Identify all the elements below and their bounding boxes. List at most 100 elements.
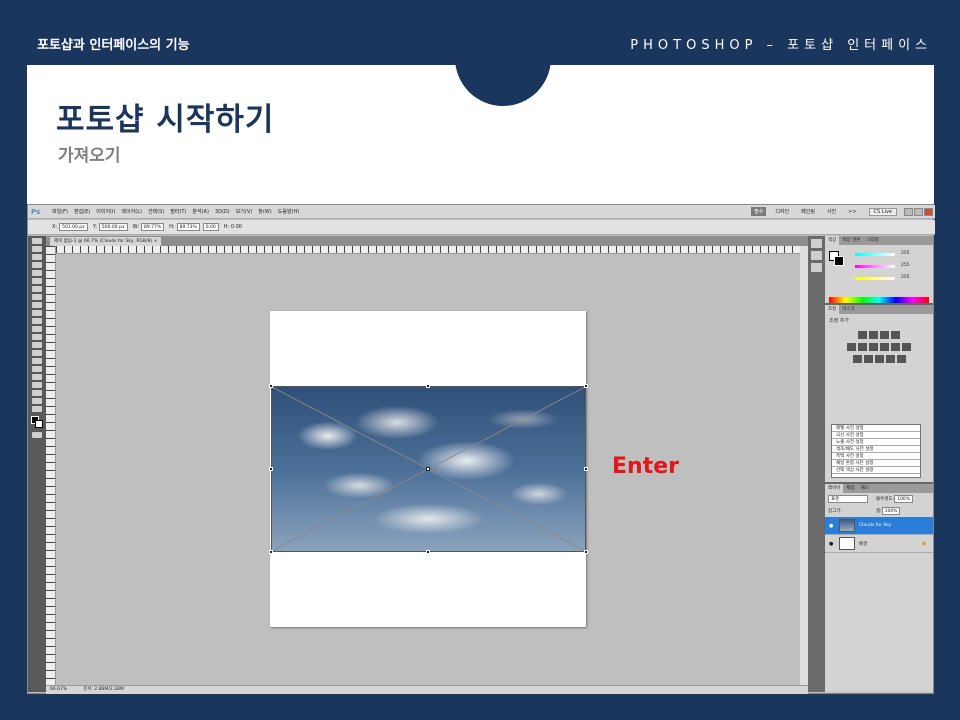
yellow-slider[interactable] xyxy=(855,277,895,280)
tab-layers[interactable]: 레이어 xyxy=(825,484,844,493)
tab-masks[interactable]: 마스크 xyxy=(839,305,857,314)
3d-camera-icon[interactable] xyxy=(32,390,42,396)
tab-swatches[interactable]: 색상 견본 xyxy=(839,236,863,245)
menu-layer[interactable]: 레이어(L) xyxy=(121,208,142,215)
marquee-tool-icon[interactable] xyxy=(32,246,42,252)
gradient-map-icon[interactable] xyxy=(885,355,895,363)
height-field[interactable]: 89.73% xyxy=(176,223,200,231)
document-tab[interactable]: 제목 없음-1 @ 66.7% (Clouds for Sky, RGB/8) … xyxy=(50,237,162,246)
fill-field[interactable]: 100% xyxy=(881,507,901,515)
path-select-icon[interactable] xyxy=(32,366,42,372)
minimize-icon[interactable] xyxy=(904,207,913,216)
blur-tool-icon[interactable] xyxy=(32,334,42,340)
posterize-icon[interactable] xyxy=(863,355,873,363)
transform-handle[interactable] xyxy=(426,550,430,554)
photo-filter-icon[interactable] xyxy=(891,343,900,351)
menu-file[interactable]: 파일(F) xyxy=(52,208,68,215)
transform-handle[interactable] xyxy=(426,384,430,388)
invert-icon[interactable] xyxy=(852,355,862,363)
x-field[interactable]: 501.00 px xyxy=(59,223,88,231)
preset-item[interactable]: 선택 색상 사전 설정 xyxy=(832,467,920,474)
dodge-tool-icon[interactable] xyxy=(32,342,42,348)
preset-item[interactable]: 흑백 사전 설정 xyxy=(832,453,920,460)
tab-color[interactable]: 색상 xyxy=(825,236,840,245)
history-panel-icon[interactable] xyxy=(811,239,822,248)
exposure-icon[interactable] xyxy=(891,331,900,339)
transform-handle[interactable] xyxy=(584,550,588,554)
transform-handle[interactable] xyxy=(584,384,588,388)
color-balance-icon[interactable] xyxy=(869,343,878,351)
channel-mixer-icon[interactable] xyxy=(902,343,911,351)
preset-item[interactable]: 채널 혼합 사전 설정 xyxy=(832,460,920,467)
move-tool-icon[interactable] xyxy=(32,238,42,244)
menu-help[interactable]: 도움말(H) xyxy=(278,208,299,215)
quick-mask-icon[interactable] xyxy=(32,432,42,438)
character-panel-icon[interactable] xyxy=(811,263,822,272)
workspace-photography[interactable]: 사진 xyxy=(824,207,839,216)
zoom-level[interactable]: 66.67% xyxy=(50,686,67,694)
transform-handle[interactable] xyxy=(269,467,273,471)
history-brush-icon[interactable] xyxy=(32,310,42,316)
cs-live-button[interactable]: CS Live xyxy=(868,207,897,216)
blend-mode-select[interactable]: 표준 xyxy=(828,495,868,503)
layer-row-background[interactable]: ● 배경 🔒 xyxy=(825,535,933,553)
levels-icon[interactable] xyxy=(869,331,878,339)
layer-row-clouds[interactable]: ● Clouds for Sky xyxy=(825,517,933,535)
tab-paths[interactable]: 패스 xyxy=(858,484,872,493)
zoom-tool-icon[interactable] xyxy=(32,406,42,412)
eye-icon[interactable]: ● xyxy=(829,523,835,529)
close-icon[interactable] xyxy=(924,207,933,216)
workspace-essentials[interactable]: 필수 xyxy=(751,207,767,216)
actions-panel-icon[interactable] xyxy=(811,251,822,260)
tab-channels[interactable]: 채널 xyxy=(843,484,857,493)
magenta-slider[interactable] xyxy=(855,265,895,268)
selective-color-icon[interactable] xyxy=(896,355,906,363)
vertical-scrollbar[interactable] xyxy=(800,246,808,685)
shape-tool-icon[interactable] xyxy=(32,374,42,380)
brightness-icon[interactable] xyxy=(858,331,867,339)
y-field[interactable]: 500.00 px xyxy=(98,223,128,231)
menu-image[interactable]: 이미지(I) xyxy=(96,208,115,215)
preset-item[interactable]: 레벨 사전 설정 xyxy=(832,425,920,432)
color-swatches-icon[interactable] xyxy=(31,416,43,428)
crop-tool-icon[interactable] xyxy=(32,270,42,276)
menu-3d[interactable]: 3D(D) xyxy=(215,209,230,215)
menu-analysis[interactable]: 분석(A) xyxy=(192,208,209,215)
tab-styles[interactable]: 스타일 xyxy=(863,236,881,245)
hand-tool-icon[interactable] xyxy=(32,398,42,404)
color-value[interactable]: 255 xyxy=(901,263,910,268)
menu-window[interactable]: 창(W) xyxy=(258,208,271,215)
eraser-tool-icon[interactable] xyxy=(32,318,42,324)
color-spectrum[interactable] xyxy=(829,297,929,303)
brush-tool-icon[interactable] xyxy=(32,294,42,300)
transform-handle[interactable] xyxy=(269,384,273,388)
lasso-tool-icon[interactable] xyxy=(32,254,42,260)
cyan-slider[interactable] xyxy=(855,253,895,256)
workspace-painting[interactable]: 페인팅 xyxy=(798,207,818,216)
background-color[interactable] xyxy=(834,256,844,266)
gradient-tool-icon[interactable] xyxy=(32,326,42,332)
menu-view[interactable]: 보기(V) xyxy=(236,208,253,215)
width-field[interactable]: 89.77% xyxy=(140,223,165,231)
angle-field[interactable]: 0.00 xyxy=(202,223,219,231)
preset-item[interactable]: 노출 사전 설정 xyxy=(832,439,920,446)
curves-icon[interactable] xyxy=(880,331,889,339)
threshold-icon[interactable] xyxy=(874,355,884,363)
transform-handle[interactable] xyxy=(584,467,588,471)
opacity-field[interactable]: 100% xyxy=(894,495,913,503)
stamp-tool-icon[interactable] xyxy=(32,302,42,308)
black-white-icon[interactable] xyxy=(880,343,889,351)
menu-edit[interactable]: 편집(E) xyxy=(74,208,90,215)
canvas-area[interactable] xyxy=(56,254,808,685)
transform-handle[interactable] xyxy=(269,550,273,554)
free-transform-box[interactable] xyxy=(269,384,588,554)
preset-item[interactable]: 색조/채도 사전 설정 xyxy=(832,446,920,453)
eyedropper-icon[interactable] xyxy=(32,278,42,284)
type-tool-icon[interactable] xyxy=(32,358,42,364)
menu-select[interactable]: 선택(S) xyxy=(148,208,164,215)
tab-adjustments[interactable]: 조정 xyxy=(825,305,840,314)
quick-select-icon[interactable] xyxy=(32,262,42,268)
workspace-design[interactable]: 디자인 xyxy=(772,207,792,216)
vibrance-icon[interactable] xyxy=(847,343,856,351)
workspace-more[interactable]: >> xyxy=(845,208,859,216)
